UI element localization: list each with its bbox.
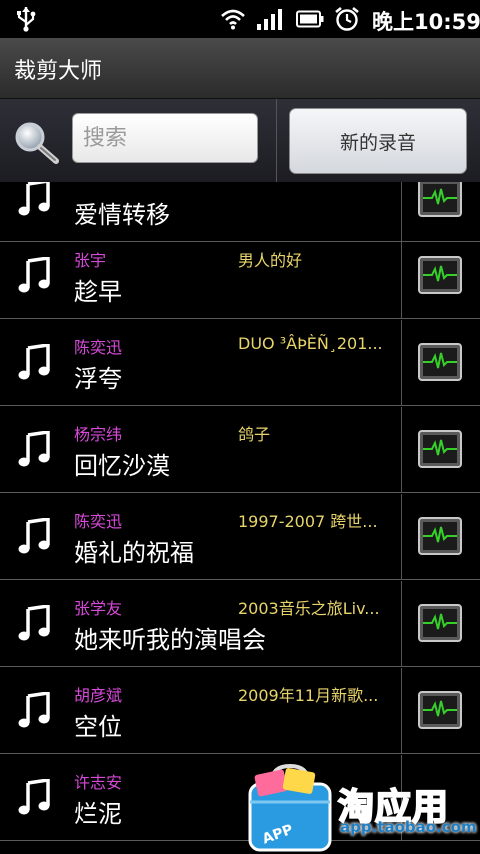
app-title: 裁剪大师 [14, 59, 103, 84]
song-title: 趁早 [74, 278, 122, 306]
search-divider [276, 99, 277, 182]
list-item[interactable]: 张宇 男人的好 趁早 [0, 233, 480, 319]
song-artist: 陈奕迅 [74, 338, 123, 357]
song-artist: 胡彦斌 [74, 686, 123, 705]
waveform-edit-icon[interactable] [418, 343, 462, 381]
song-album: 2003音乐之旅Liv... [238, 599, 380, 618]
search-icon[interactable] [12, 119, 60, 167]
song-artist: 陈奕迅 [74, 512, 123, 531]
song-artist: 张学友 [74, 599, 123, 618]
waveform-edit-icon[interactable] [418, 604, 462, 642]
list-item[interactable]: 胡彦斌 2009年11月新歌... 空位 [0, 668, 480, 754]
row-divider [401, 668, 402, 754]
waveform-edit-icon[interactable] [418, 691, 462, 729]
wifi-icon [221, 9, 245, 30]
song-title: 爱情转移 [74, 201, 170, 229]
battery-icon [296, 10, 324, 28]
list-item[interactable]: 陈奕迅 1997-2007 跨世... 婚礼的祝福 [0, 494, 480, 580]
status-time: 晚上10:59 [372, 10, 480, 34]
song-album: 1997-2007 跨世... [238, 512, 378, 531]
status-bar: 晚上10:59 [0, 0, 480, 38]
search-input[interactable] [72, 113, 258, 163]
music-note-icon [18, 431, 50, 467]
music-note-icon [18, 344, 50, 380]
song-title: 浮夸 [74, 365, 122, 393]
waveform-edit-icon[interactable] [418, 182, 462, 217]
song-title: 空位 [74, 713, 122, 741]
signal-icon [257, 9, 282, 30]
song-album: DUO ³ÂÞÈÑ¸201... [238, 334, 383, 353]
row-divider [401, 494, 402, 580]
row-divider [401, 320, 402, 406]
waveform-edit-icon[interactable] [418, 430, 462, 468]
song-title: 回忆沙漠 [74, 452, 170, 480]
song-title: 烂泥 [74, 800, 122, 828]
watermark-url: app.taobao.com [340, 818, 477, 836]
music-note-icon [18, 257, 50, 293]
song-list[interactable]: 爱情转移 张宇 男人的好 趁早 陈奕迅 DUO ³ÂÞÈÑ¸201... 浮夸 … [0, 182, 480, 854]
list-item[interactable]: 杨宗纬 鸽子 回忆沙漠 [0, 407, 480, 493]
waveform-edit-icon[interactable] [418, 256, 462, 294]
list-item[interactable]: 张学友 2003音乐之旅Liv... 她来听我的演唱会 [0, 581, 480, 667]
song-title: 她来听我的演唱会 [74, 626, 266, 654]
row-divider [401, 233, 402, 319]
row-divider [401, 407, 402, 493]
song-artist: 杨宗纬 [74, 425, 123, 444]
new-recording-button[interactable]: 新的录音 [289, 108, 467, 174]
usb-icon [17, 7, 36, 32]
music-note-icon [18, 692, 50, 728]
song-album: 男人的好 [238, 251, 303, 270]
song-title: 婚礼的祝福 [74, 539, 194, 567]
title-bar: 裁剪大师 [0, 38, 480, 99]
music-note-icon [18, 518, 50, 554]
row-divider [401, 581, 402, 667]
music-note-icon [18, 182, 50, 216]
song-album: 鸽子 [238, 425, 271, 444]
shopping-bag-logo: APP [248, 763, 332, 852]
list-item[interactable]: 陈奕迅 DUO ³ÂÞÈÑ¸201... 浮夸 [0, 320, 480, 406]
song-artist: 许志安 [74, 773, 123, 792]
waveform-edit-icon[interactable] [418, 517, 462, 555]
music-note-icon [18, 779, 50, 815]
music-note-icon [18, 605, 50, 641]
song-album: 2009年11月新歌... [238, 686, 379, 705]
search-bar: 新的录音 [0, 99, 480, 182]
alarm-icon [335, 6, 359, 31]
song-artist: 张宇 [74, 251, 107, 270]
